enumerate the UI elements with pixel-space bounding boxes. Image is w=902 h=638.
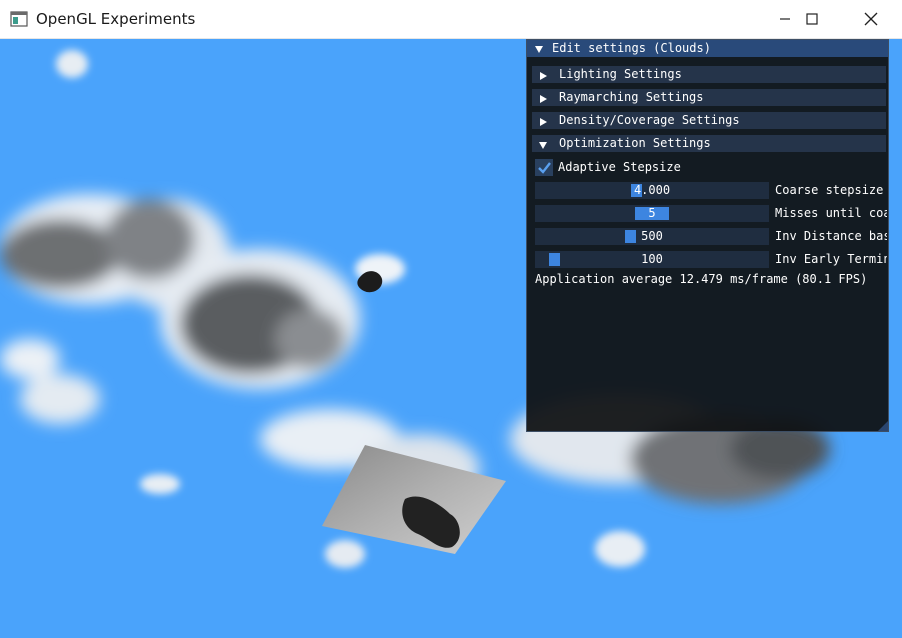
panel-title: Edit settings (Clouds) [552, 41, 711, 55]
header-density-coverage-settings[interactable]: Density/Coverage Settings [532, 112, 886, 129]
slider-value: 100 [641, 252, 663, 266]
slider-label: Misses until coa [775, 206, 887, 220]
app-window-icon [10, 11, 28, 27]
header-raymarching-settings[interactable]: Raymarching Settings [532, 89, 886, 106]
header-label: Raymarching Settings [559, 90, 704, 104]
header-label: Optimization Settings [559, 136, 711, 150]
expand-triangle-icon [538, 93, 548, 107]
slider-value: 4.000 [633, 183, 671, 197]
collapse-triangle-icon[interactable] [534, 43, 544, 57]
close-button[interactable] [842, 0, 900, 38]
slider-label: Coarse stepsize [775, 183, 884, 197]
window-title: OpenGL Experiments [36, 10, 196, 28]
slider-misses-until-coarse[interactable]: 5 [535, 205, 769, 222]
checkbox-label: Adaptive Stepsize [558, 160, 681, 174]
slider-label: Inv Early Termin [775, 252, 887, 266]
panel-title-bar[interactable]: Edit settings (Clouds) [527, 40, 888, 57]
app-window: OpenGL Experiments Edit settings (Clouds… [0, 0, 902, 638]
slider-inv-distance-based[interactable]: 500 [535, 228, 769, 245]
settings-panel: Edit settings (Clouds) Lighting Settings… [526, 39, 889, 432]
maximize-icon [806, 13, 818, 25]
close-icon [864, 12, 878, 26]
header-lighting-settings[interactable]: Lighting Settings [532, 66, 886, 83]
collapse-triangle-icon [538, 139, 548, 153]
checkmark-icon [538, 162, 551, 174]
slider-value: 500 [641, 229, 663, 243]
slider-coarse-stepsize[interactable]: 4.000 [535, 182, 769, 199]
slider-inv-early-termination[interactable]: 100 [535, 251, 769, 268]
maximize-button[interactable] [783, 0, 841, 38]
frame-stats: Application average 12.479 ms/frame (80.… [535, 272, 868, 286]
header-label: Density/Coverage Settings [559, 113, 740, 127]
title-bar[interactable]: OpenGL Experiments [0, 0, 902, 39]
header-optimization-settings[interactable]: Optimization Settings [532, 135, 886, 152]
slider-value: 5 [648, 206, 656, 220]
expand-triangle-icon [538, 70, 548, 84]
resize-grip[interactable] [878, 421, 888, 431]
slider-label: Inv Distance bas [775, 229, 887, 243]
adaptive-stepsize-checkbox[interactable] [535, 159, 553, 176]
header-label: Lighting Settings [559, 67, 682, 81]
expand-triangle-icon [538, 116, 548, 130]
